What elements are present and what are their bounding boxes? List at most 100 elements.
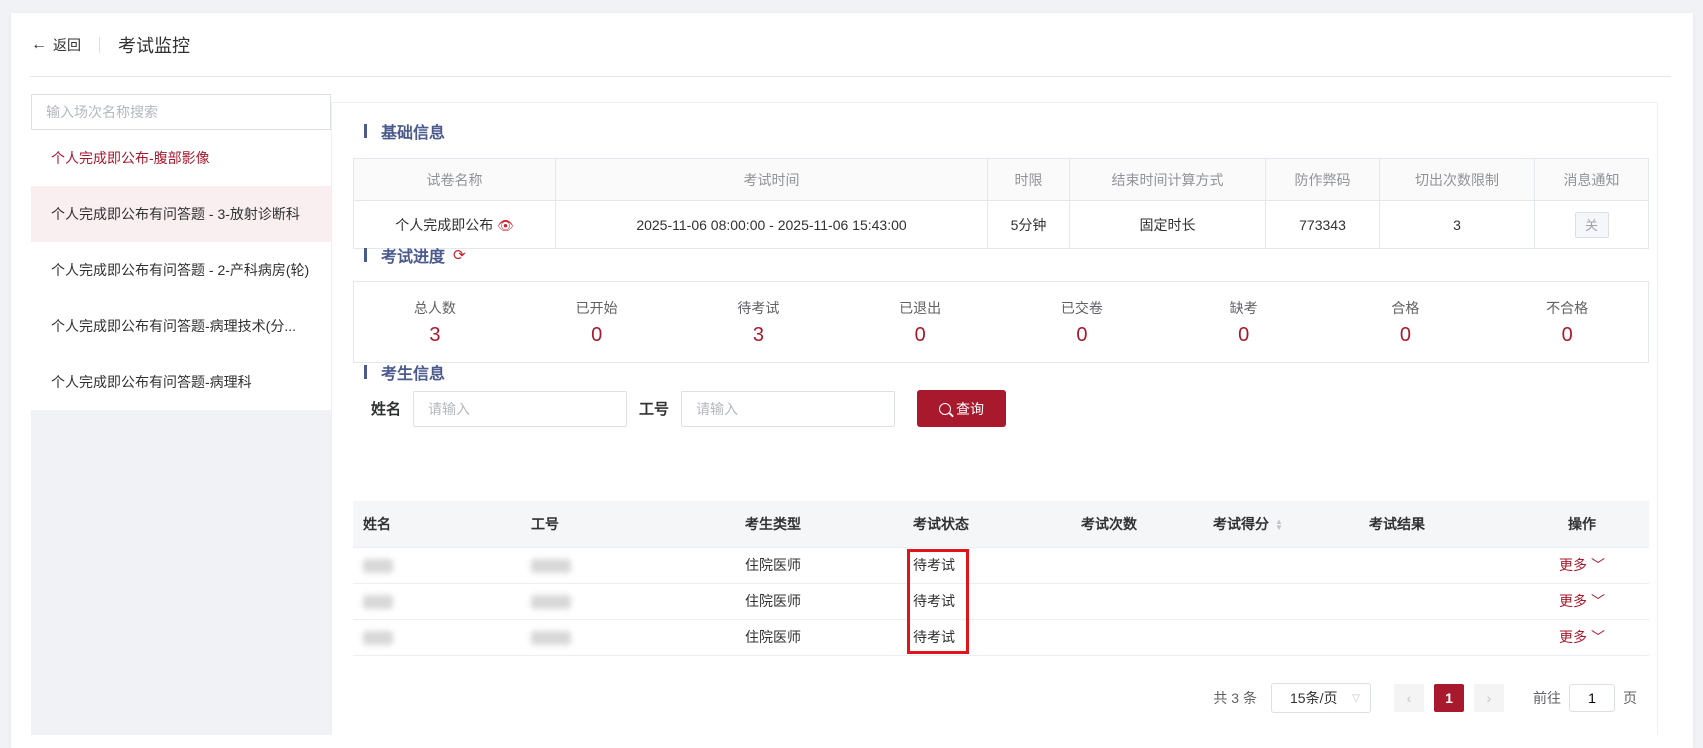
session-list: 个人完成即公布-腹部影像 个人完成即公布有问答题 - 3-放射诊断科 个人完成即… xyxy=(31,130,331,410)
status-cell: 待考试 xyxy=(903,547,1071,583)
col-score[interactable]: 考试得分 ▲▼ xyxy=(1203,501,1359,547)
basic-info-title: 基础信息 xyxy=(364,119,445,143)
id-cell xyxy=(521,547,735,583)
col-end-calc: 结束时间计算方式 xyxy=(1070,159,1266,201)
score-cell xyxy=(1203,547,1359,583)
stat-exited: 已退出0 xyxy=(839,282,1001,362)
id-input[interactable] xyxy=(681,391,895,427)
col-score-label: 考试得分 xyxy=(1213,516,1269,532)
chevron-down-icon: ﹀ xyxy=(1591,557,1605,573)
stat-value: 0 xyxy=(1238,324,1249,347)
goto-prefix: 前往 xyxy=(1533,688,1561,708)
redacted-name xyxy=(363,559,393,573)
session-item-label: 个人完成即公布有问答题 - 2-产科病房(轮) xyxy=(51,260,309,280)
header-rule xyxy=(30,76,1671,77)
total-count: 共 3 条 xyxy=(1213,688,1257,708)
session-item[interactable]: 个人完成即公布有问答题 - 3-放射诊断科 xyxy=(31,186,331,242)
goto-page-input[interactable] xyxy=(1569,684,1615,712)
top-bar: ← 返回 考试监控 xyxy=(31,13,1693,77)
name-input[interactable] xyxy=(413,391,627,427)
type-cell: 住院医师 xyxy=(735,619,903,655)
col-actions: 操作 xyxy=(1515,501,1649,547)
attempts-cell xyxy=(1071,619,1203,655)
status-cell: 待考试 xyxy=(903,619,1071,655)
more-label: 更多 xyxy=(1559,557,1587,573)
col-attempts: 考试次数 xyxy=(1071,501,1203,547)
time-limit: 5分钟 xyxy=(988,201,1070,249)
prev-page-button[interactable]: ‹ xyxy=(1394,684,1424,712)
back-button[interactable]: ← 返回 xyxy=(31,35,81,55)
stat-absent: 缺考0 xyxy=(1163,282,1325,362)
stat-value: 0 xyxy=(1400,324,1411,347)
stat-label: 待考试 xyxy=(737,298,779,318)
stat-label: 已交卷 xyxy=(1061,298,1103,318)
attempts-cell xyxy=(1071,583,1203,619)
col-id: 工号 xyxy=(521,501,735,547)
result-cell xyxy=(1359,547,1515,583)
examinee-filter: 姓名 工号 查询 xyxy=(371,390,1006,427)
col-anti-cheat: 防作弊码 xyxy=(1266,159,1380,201)
actions-cell: 更多 ﹀ xyxy=(1515,547,1649,583)
stat-submitted: 已交卷0 xyxy=(1001,282,1163,362)
result-cell xyxy=(1359,619,1515,655)
name-cell xyxy=(353,583,521,619)
result-cell xyxy=(1359,583,1515,619)
redacted-name xyxy=(363,595,393,609)
page-size-select[interactable]: 15条/页 ▽ xyxy=(1271,683,1371,713)
session-item[interactable]: 个人完成即公布有问答题-病理技术(分... xyxy=(31,298,331,354)
paper-name-cell: 个人完成即公布 👁 xyxy=(354,201,556,249)
col-notify: 消息通知 xyxy=(1535,159,1649,201)
section-bar xyxy=(364,124,367,138)
notify-cell: 关 xyxy=(1535,201,1649,249)
refresh-icon[interactable]: ⟳ xyxy=(453,246,466,264)
score-cell xyxy=(1203,583,1359,619)
stat-total: 总人数 3 xyxy=(354,282,516,362)
more-dropdown[interactable]: 更多 ﹀ xyxy=(1559,557,1605,573)
stat-passed: 合格0 xyxy=(1325,282,1487,362)
stat-value: 3 xyxy=(753,324,764,347)
session-sidebar: 个人完成即公布-腹部影像 个人完成即公布有问答题 - 3-放射诊断科 个人完成即… xyxy=(31,94,331,735)
more-dropdown[interactable]: 更多 ﹀ xyxy=(1559,593,1605,609)
table-row: 住院医师 待考试 更多 ﹀ xyxy=(353,619,1649,655)
id-cell xyxy=(521,619,735,655)
paper-name: 个人完成即公布 xyxy=(395,217,493,233)
stat-failed: 不合格0 xyxy=(1486,282,1648,362)
next-page-button[interactable]: › xyxy=(1474,684,1504,712)
more-dropdown[interactable]: 更多 ﹀ xyxy=(1559,629,1605,645)
session-item[interactable]: 个人完成即公布有问答题 - 2-产科病房(轮) xyxy=(31,242,331,298)
page-number-button[interactable]: 1 xyxy=(1434,684,1464,712)
stat-value: 3 xyxy=(429,324,440,347)
actions-cell: 更多 ﹀ xyxy=(1515,619,1649,655)
id-cell xyxy=(521,583,735,619)
col-name: 姓名 xyxy=(353,501,521,547)
basic-info-title-text: 基础信息 xyxy=(381,119,445,143)
session-item[interactable]: 个人完成即公布-腹部影像 xyxy=(31,130,331,186)
end-calc: 固定时长 xyxy=(1070,201,1266,249)
session-search-input[interactable] xyxy=(46,104,316,120)
type-cell: 住院医师 xyxy=(735,583,903,619)
redacted-id xyxy=(531,559,571,573)
stat-label: 已开始 xyxy=(576,298,618,318)
sort-icon[interactable]: ▲▼ xyxy=(1275,519,1283,531)
stat-label: 总人数 xyxy=(414,298,456,318)
chevron-down-icon: ﹀ xyxy=(1591,593,1605,609)
session-search-box[interactable] xyxy=(31,94,331,130)
actions-cell: 更多 ﹀ xyxy=(1515,583,1649,619)
query-button[interactable]: 查询 xyxy=(917,390,1006,427)
notify-toggle-button[interactable]: 关 xyxy=(1575,212,1609,238)
examinee-title-text: 考生信息 xyxy=(381,360,445,384)
session-item-label: 个人完成即公布-腹部影像 xyxy=(51,148,210,168)
table-row: 住院医师 待考试 更多 ﹀ xyxy=(353,547,1649,583)
stat-started: 已开始0 xyxy=(516,282,678,362)
score-cell xyxy=(1203,619,1359,655)
exam-time: 2025-11-06 08:00:00 - 2025-11-06 15:43:0… xyxy=(556,201,988,249)
eye-icon[interactable]: 👁 xyxy=(497,218,514,233)
progress-title: 考试进度 ⟳ xyxy=(364,243,466,267)
goto-suffix: 页 xyxy=(1623,688,1637,708)
examinee-table: 姓名 工号 考生类型 考试状态 考试次数 考试得分▲▼ 考试结果 操作 住院医师… xyxy=(353,501,1649,656)
anti-cheat-code: 773343 xyxy=(1266,201,1380,249)
col-status: 考试状态 xyxy=(903,501,1071,547)
chevron-down-icon: ﹀ xyxy=(1591,629,1605,645)
session-item[interactable]: 个人完成即公布有问答题-病理科 xyxy=(31,354,331,410)
redacted-id xyxy=(531,595,571,609)
